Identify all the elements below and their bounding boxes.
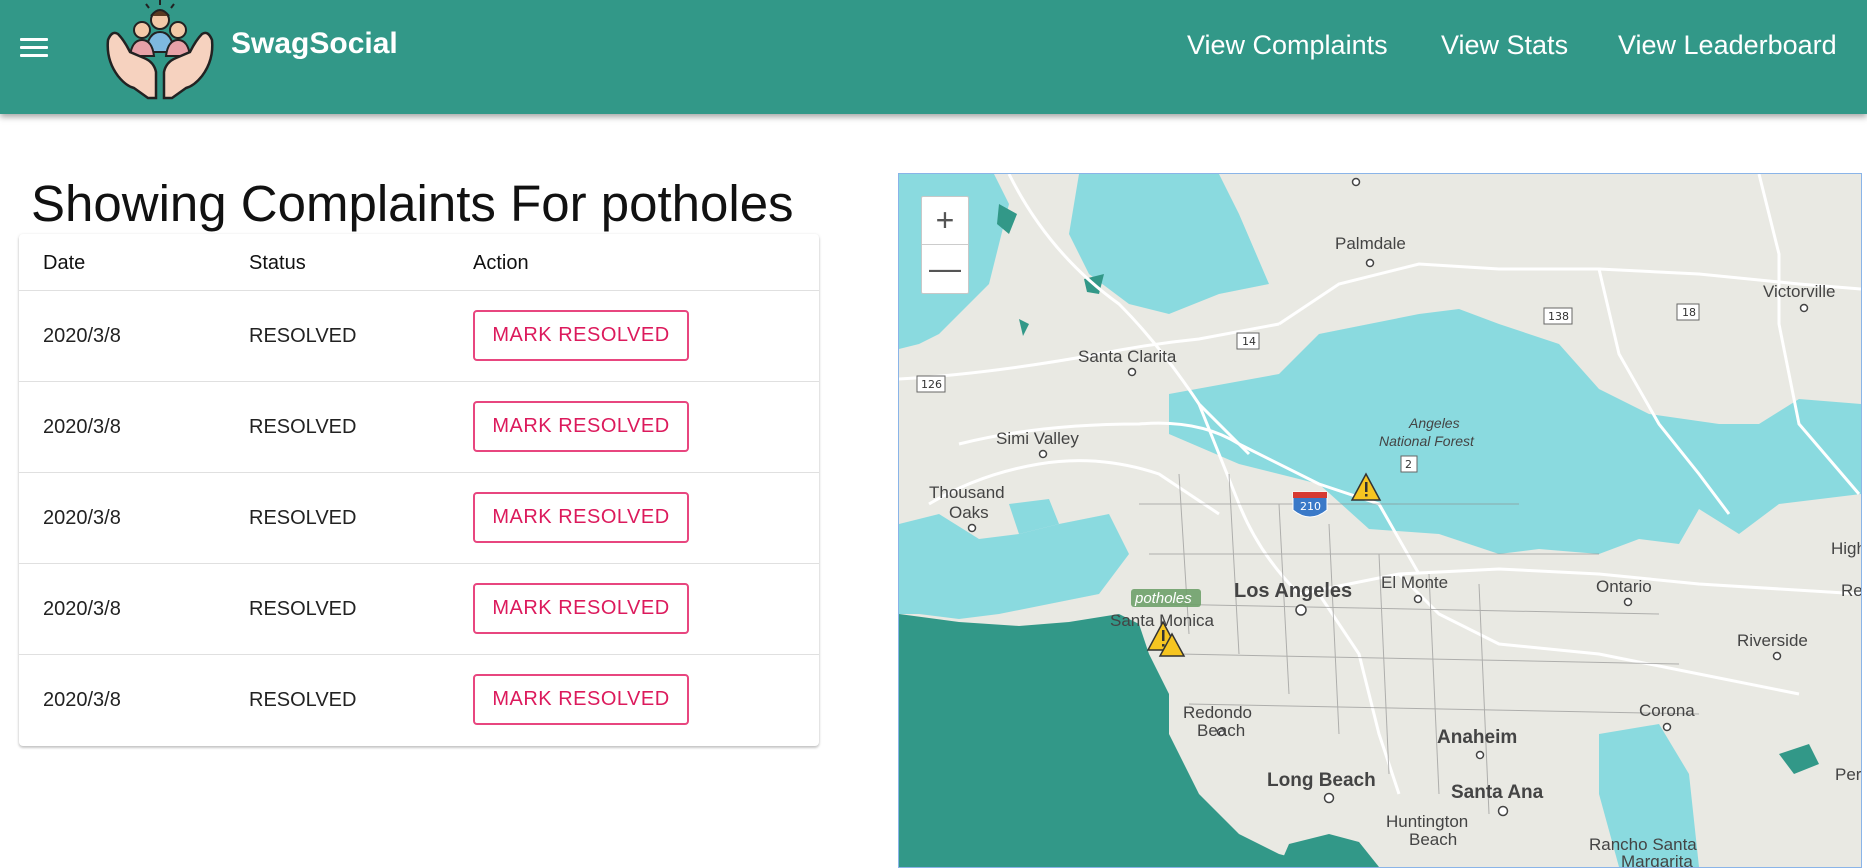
brand-name[interactable]: SwagSocial xyxy=(231,27,398,61)
row-status: RESOLVED xyxy=(249,416,357,438)
row-date: 2020/3/8 xyxy=(43,598,121,620)
row-status: RESOLVED xyxy=(249,598,357,620)
label-corona: Corona xyxy=(1639,701,1695,720)
column-header-status: Status xyxy=(249,252,306,274)
table-row: 2020/3/8 RESOLVED MARK RESOLVED xyxy=(19,291,819,382)
column-header-date: Date xyxy=(43,252,86,274)
table-row: 2020/3/8 RESOLVED MARK RESOLVED xyxy=(19,382,819,473)
table-row: 2020/3/8 RESOLVED MARK RESOLVED xyxy=(19,655,819,745)
shield-126: 126 xyxy=(921,378,942,391)
row-date: 2020/3/8 xyxy=(43,325,121,347)
label-los-angeles: Los Angeles xyxy=(1234,580,1352,602)
label-national-forest: National Forest xyxy=(1379,433,1475,449)
complaints-table: Date Status Action 2020/3/8 RESOLVED MAR… xyxy=(19,234,819,746)
label-thousand: Thousand xyxy=(929,483,1005,502)
mark-resolved-button[interactable]: MARK RESOLVED xyxy=(473,310,689,361)
label-per: Per xyxy=(1835,765,1861,784)
row-status: RESOLVED xyxy=(249,507,357,529)
row-status: RESOLVED xyxy=(249,325,357,347)
label-palmdale: Palmdale xyxy=(1335,234,1406,253)
table-row: 2020/3/8 RESOLVED MARK RESOLVED xyxy=(19,473,819,564)
forest-area xyxy=(1779,744,1819,774)
shield-210: 210 xyxy=(1300,500,1321,513)
row-date: 2020/3/8 xyxy=(43,689,121,711)
label-riverside: Riverside xyxy=(1737,631,1808,650)
label-redondo-beach: Beach xyxy=(1197,721,1245,740)
page-title: Showing Complaints For potholes xyxy=(31,175,794,232)
label-angeles: Angeles xyxy=(1408,415,1460,431)
label-huntington: Huntington xyxy=(1386,812,1468,831)
label-victorville: Victorville xyxy=(1763,282,1835,301)
shield-2: 2 xyxy=(1405,458,1412,471)
app-bar: SwagSocial View Complaints View Stats Vi… xyxy=(0,0,1867,114)
table-row: 2020/3/8 RESOLVED MARK RESOLVED xyxy=(19,564,819,655)
mark-resolved-button[interactable]: MARK RESOLVED xyxy=(473,583,689,634)
nav-view-leaderboard[interactable]: View Leaderboard xyxy=(1618,30,1837,61)
forest-area xyxy=(1169,309,1861,554)
shield-14: 14 xyxy=(1242,335,1256,348)
zoom-out-button[interactable]: — xyxy=(922,245,968,292)
label-oaks: Oaks xyxy=(949,503,989,522)
map-canvas: 138 18 14 126 2 210 Palmdale Victorville… xyxy=(899,174,1861,867)
swagsocial-logo xyxy=(104,0,216,100)
label-high: High xyxy=(1831,539,1861,558)
shield-138: 138 xyxy=(1548,310,1569,323)
complaints-map[interactable]: 138 18 14 126 2 210 Palmdale Victorville… xyxy=(898,173,1862,868)
pothole-label: potholes xyxy=(1131,589,1201,607)
svg-text:potholes: potholes xyxy=(1134,590,1192,607)
label-ontario: Ontario xyxy=(1596,577,1652,596)
mark-resolved-button[interactable]: MARK RESOLVED xyxy=(473,401,689,452)
label-simi-valley: Simi Valley xyxy=(996,429,1079,448)
column-header-action: Action xyxy=(473,252,529,274)
nav-view-stats[interactable]: View Stats xyxy=(1441,30,1568,61)
zoom-in-button[interactable]: + xyxy=(922,197,968,245)
ocean xyxy=(1279,834,1379,867)
mark-resolved-button[interactable]: MARK RESOLVED xyxy=(473,674,689,725)
row-date: 2020/3/8 xyxy=(43,507,121,529)
label-long-beach: Long Beach xyxy=(1267,770,1376,791)
forest-area xyxy=(899,514,1129,619)
label-el-monte: El Monte xyxy=(1381,573,1448,592)
lake xyxy=(1019,319,1029,336)
label-huntington-beach: Beach xyxy=(1409,830,1457,849)
label-santa-clarita: Santa Clarita xyxy=(1078,347,1177,366)
table-header: Date Status Action xyxy=(19,234,819,291)
label-anaheim: Anaheim xyxy=(1437,727,1517,748)
mark-resolved-button[interactable]: MARK RESOLVED xyxy=(473,492,689,543)
ocean xyxy=(899,614,1329,867)
label-santa-ana: Santa Ana xyxy=(1451,782,1544,803)
zoom-control: + — xyxy=(921,196,969,294)
shield-18: 18 xyxy=(1682,306,1696,319)
row-date: 2020/3/8 xyxy=(43,416,121,438)
label-redondo: Redondo xyxy=(1183,703,1252,722)
label-margarita: Margarita xyxy=(1621,852,1693,867)
nav-view-complaints[interactable]: View Complaints xyxy=(1187,30,1388,61)
menu-icon[interactable] xyxy=(14,30,54,64)
row-status: RESOLVED xyxy=(249,689,357,711)
label-re: Re xyxy=(1841,581,1861,600)
